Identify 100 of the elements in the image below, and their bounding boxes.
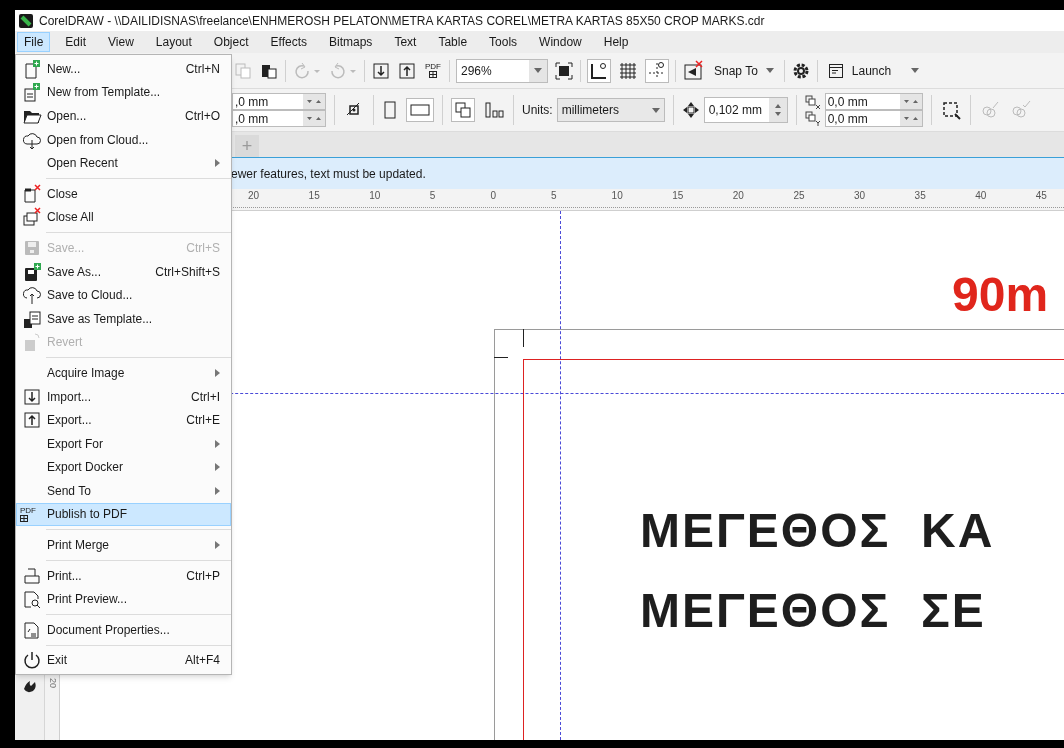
ruler-label: 30 bbox=[854, 191, 866, 201]
submenu-arrow-icon bbox=[215, 159, 220, 168]
full-screen-icon[interactable] bbox=[554, 60, 574, 81]
portrait-icon[interactable] bbox=[382, 99, 398, 121]
pdf-icon: PDF bbox=[20, 507, 36, 522]
menu-item[interactable]: Export... Ctrl+E bbox=[16, 408, 231, 432]
menu-item[interactable]: New... Ctrl+N bbox=[16, 57, 231, 81]
ruler-label: 10 bbox=[611, 191, 623, 201]
units-dropdown[interactable]: millimeters bbox=[556, 98, 665, 122]
submenu-arrow-icon bbox=[215, 541, 220, 550]
heading-text: ΜΕΓΕΘΟΣ ΚΑ bbox=[640, 507, 995, 555]
ruler-label: 15 bbox=[672, 191, 684, 201]
dropdown-arrow-icon bbox=[534, 68, 542, 73]
menu-item[interactable]: Save to Cloud... bbox=[16, 283, 231, 307]
number-field[interactable]: ,0 mm bbox=[232, 110, 326, 127]
snap-off-icon[interactable] bbox=[682, 59, 704, 82]
menu-item[interactable]: Save as Template... bbox=[16, 306, 231, 331]
print-preview-icon bbox=[22, 589, 42, 610]
menu-item[interactable]: Object bbox=[206, 32, 256, 52]
crop-mark bbox=[523, 329, 524, 347]
menu-item[interactable]: New from Template... bbox=[16, 80, 231, 105]
ruler-label: 45 bbox=[1035, 191, 1047, 201]
menu-item[interactable]: Window bbox=[532, 32, 589, 52]
menu-item[interactable]: Open... Ctrl+O bbox=[16, 104, 231, 128]
ruler-label: 20 bbox=[732, 191, 744, 201]
power-icon bbox=[22, 650, 42, 671]
menu-item[interactable]: Send To bbox=[16, 479, 231, 503]
units-label: Units: bbox=[522, 102, 553, 119]
submenu-arrow-icon bbox=[215, 368, 220, 377]
all-pages-icon[interactable] bbox=[451, 98, 475, 122]
landscape-icon[interactable] bbox=[406, 98, 434, 122]
printer-icon bbox=[22, 565, 42, 586]
number-field[interactable]: 0,0 mm bbox=[824, 110, 923, 127]
menu-item[interactable]: Open from Cloud... bbox=[16, 127, 231, 152]
menu-item[interactable]: Close bbox=[16, 174, 231, 206]
nudge-field[interactable]: 0,102 mm bbox=[703, 97, 788, 123]
publish-pdf-button[interactable]: PDF bbox=[423, 63, 443, 78]
ruler-label: 20 bbox=[248, 191, 260, 201]
new-document-icon bbox=[22, 58, 42, 79]
guidelines-icon[interactable] bbox=[645, 58, 669, 83]
ruler-label: 25 bbox=[793, 191, 805, 201]
menu-item[interactable]: Print Merge bbox=[16, 526, 231, 557]
current-page-icon[interactable] bbox=[483, 99, 505, 121]
zoom-combo[interactable]: 296% bbox=[456, 58, 548, 83]
export-icon[interactable] bbox=[397, 60, 417, 81]
ruler-label: 0 bbox=[490, 191, 496, 201]
menu-item[interactable]: Table bbox=[431, 32, 475, 52]
ruler-label: 10 bbox=[369, 191, 381, 201]
menu-item[interactable]: Export For bbox=[16, 431, 231, 456]
floppy-disk-icon bbox=[22, 261, 42, 282]
launch-dropdown[interactable]: Launch bbox=[823, 58, 924, 83]
spin-arrows-icon bbox=[902, 99, 919, 104]
menu-item[interactable]: Edit bbox=[58, 32, 94, 52]
floppy-disk-icon bbox=[22, 332, 42, 353]
menu-item[interactable]: Acquire Image bbox=[16, 354, 231, 385]
menu-item[interactable]: File bbox=[17, 32, 51, 52]
menu-item[interactable]: Close All bbox=[16, 205, 231, 230]
spin-arrows-icon bbox=[902, 116, 919, 121]
menu-item[interactable]: Export Docker bbox=[16, 455, 231, 480]
submenu-arrow-icon bbox=[215, 439, 220, 448]
menu-item[interactable]: Tools bbox=[482, 32, 525, 52]
menu-item[interactable]: PDF Publish to PDF bbox=[16, 502, 231, 527]
grid-icon bbox=[429, 71, 437, 78]
rulers-icon[interactable] bbox=[587, 58, 611, 83]
menu-item[interactable]: Exit Alt+F4 bbox=[16, 641, 231, 673]
snap-to-dropdown[interactable]: Snap To bbox=[710, 58, 778, 83]
nudge-icon bbox=[681, 101, 700, 119]
dimension-label: 90m bbox=[952, 271, 1049, 319]
submenu-arrow-icon bbox=[215, 463, 220, 472]
dropdown-arrow-icon bbox=[911, 68, 920, 73]
number-field[interactable]: 0,0 mm bbox=[824, 93, 923, 110]
grid-icon bbox=[20, 515, 28, 522]
close-all-icon bbox=[22, 207, 42, 228]
ruler-label: 15 bbox=[308, 191, 320, 201]
template-icon bbox=[22, 308, 42, 329]
menu-item[interactable]: Save As... Ctrl+Shift+S bbox=[16, 259, 231, 284]
menu-item[interactable]: Import... Ctrl+I bbox=[16, 384, 231, 409]
import-icon[interactable] bbox=[371, 60, 391, 81]
submenu-arrow-icon bbox=[215, 486, 220, 495]
menu-item[interactable]: Help bbox=[596, 32, 636, 52]
spin-arrows-icon bbox=[306, 99, 322, 104]
menu-item[interactable]: View bbox=[101, 32, 141, 52]
menu-item[interactable]: Effects bbox=[263, 32, 314, 52]
close-document-icon bbox=[22, 183, 42, 204]
info-message: ewer features, text must be updated. bbox=[231, 165, 426, 183]
dropdown-arrow-icon bbox=[765, 68, 774, 73]
number-field[interactable]: ,0 mm bbox=[232, 93, 326, 110]
menu-item[interactable]: Document Properties... bbox=[16, 611, 231, 642]
menu-item[interactable]: Bitmaps bbox=[322, 32, 380, 52]
spin-arrows-icon bbox=[773, 103, 782, 117]
export-icon bbox=[22, 410, 42, 431]
menu-item[interactable]: Print... Ctrl+P bbox=[16, 556, 231, 588]
crop-mark bbox=[494, 357, 508, 358]
ruler-label: 20 bbox=[48, 678, 57, 690]
ruler-label: 40 bbox=[975, 191, 987, 201]
menu-item[interactable]: Text bbox=[387, 32, 424, 52]
spin-arrows-icon bbox=[306, 116, 322, 121]
menu-item[interactable]: Print Preview... bbox=[16, 587, 231, 612]
menu-item[interactable]: Layout bbox=[148, 32, 199, 52]
menu-item[interactable]: Open Recent bbox=[16, 151, 231, 175]
